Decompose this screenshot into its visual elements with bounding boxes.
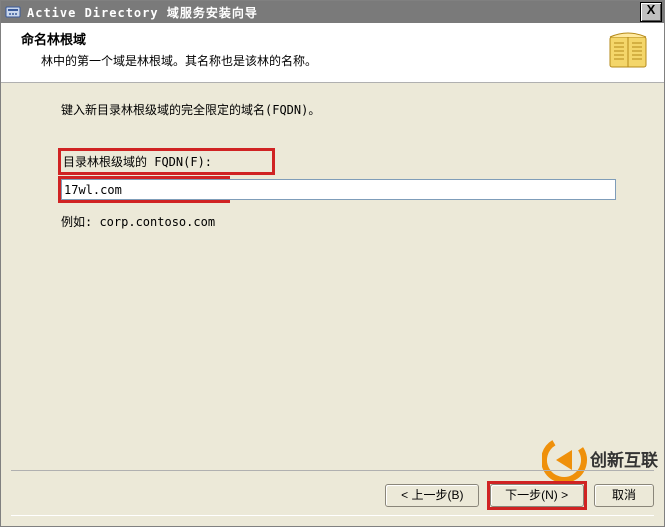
wizard-content: 键入新目录林根级域的完全限定的域名(FQDN)。 目录林根级域的 FQDN(F)… <box>1 83 664 230</box>
next-button-highlight: 下一步(N) > <box>487 481 587 510</box>
back-button[interactable]: < 上一步(B) <box>385 484 479 507</box>
window-title: Active Directory 域服务安装向导 <box>27 4 640 21</box>
titlebar[interactable]: Active Directory 域服务安装向导 X <box>1 1 664 23</box>
fqdn-example: 例如: corp.contoso.com <box>61 213 632 230</box>
fqdn-input[interactable] <box>61 179 227 200</box>
svg-text:创新互联: 创新互联 <box>589 450 658 470</box>
app-icon <box>5 4 21 20</box>
next-button[interactable]: 下一步(N) > <box>490 484 584 507</box>
wizard-header: 命名林根域 林中的第一个域是林根域。其名称也是该林的名称。 <box>1 23 664 83</box>
close-button[interactable]: X <box>640 2 662 22</box>
instruction-text: 键入新目录林根级域的完全限定的域名(FQDN)。 <box>61 101 632 118</box>
book-icon <box>606 31 650 73</box>
fqdn-input-highlight <box>58 176 230 203</box>
fqdn-field-group: 目录林根级域的 FQDN(F): 例如: corp.contoso.com <box>61 148 632 230</box>
fqdn-input-row <box>61 176 632 203</box>
wizard-window: Active Directory 域服务安装向导 X 命名林根域 林中的第一个域… <box>0 0 665 527</box>
wizard-button-bar: < 上一步(B) 下一步(N) > 取消 <box>11 470 654 516</box>
fqdn-label: 目录林根级域的 FQDN(F): <box>58 148 275 175</box>
fqdn-input-remainder[interactable] <box>226 179 616 200</box>
page-subtitle: 林中的第一个域是林根域。其名称也是该林的名称。 <box>41 52 664 69</box>
page-title: 命名林根域 <box>21 29 664 48</box>
cancel-button[interactable]: 取消 <box>594 484 654 507</box>
